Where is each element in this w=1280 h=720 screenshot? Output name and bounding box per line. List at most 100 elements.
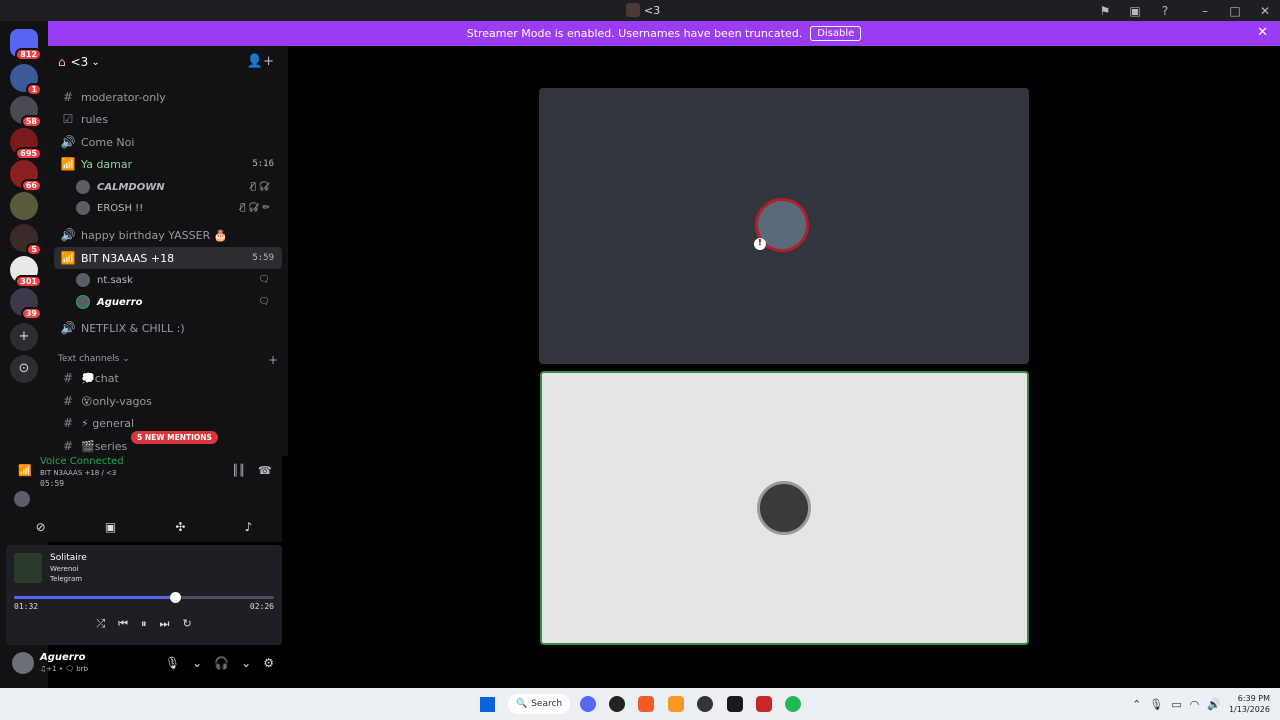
server-icon[interactable]: 695: [10, 128, 42, 160]
guild-header[interactable]: ⌂ <3 ⌄ 👤+: [48, 46, 288, 78]
channel-only-vagos[interactable]: # 😵only-vagos: [54, 390, 282, 412]
microphone-tray-icon[interactable]: 🎙: [1149, 698, 1163, 711]
network-icon[interactable]: ▭: [1171, 698, 1181, 711]
soundboard-icon[interactable]: ♪: [245, 520, 253, 534]
speaker-icon: 🔊: [60, 228, 76, 242]
server-icon[interactable]: 66: [10, 160, 42, 192]
brave-app-icon[interactable]: [638, 696, 654, 712]
channel-bit-n3aaas[interactable]: 📶 BIT N3AAAS +18 5:59: [54, 247, 282, 269]
headphones-icon[interactable]: 🎧: [214, 656, 229, 670]
channel-label: rules: [81, 112, 109, 126]
hashtag-icon: #: [62, 371, 74, 385]
wifi-icon[interactable]: ◠: [1190, 698, 1200, 711]
server-icon[interactable]: 58: [10, 96, 42, 128]
progress-track[interactable]: [14, 592, 274, 603]
disable-streamer-button[interactable]: Disable: [810, 26, 862, 41]
voice-user-name: EROSH !!: [97, 202, 144, 214]
microphone-icon[interactable]: 🎙: [165, 656, 180, 670]
avatar[interactable]: [12, 652, 34, 674]
channel-netflix-chill[interactable]: 🔊 NETFLIX & CHILL :): [54, 317, 282, 339]
participant-tile[interactable]: !: [539, 88, 1029, 364]
voice-user[interactable]: CALMDOWN 🎙̸ 🎧̸: [76, 177, 276, 197]
clock-date: 1/13/2026: [1228, 705, 1270, 714]
channel-chat[interactable]: # 💭chat: [54, 367, 282, 389]
voice-channel-path[interactable]: BIT N3AAAS +18 / <3: [40, 469, 116, 477]
server-icon[interactable]: 1: [10, 64, 42, 96]
voice-user[interactable]: Aguerro 🗨: [76, 292, 276, 312]
add-channel-icon[interactable]: +: [268, 353, 278, 367]
chevron-down-icon[interactable]: ⌄: [241, 656, 251, 670]
flag-icon[interactable]: ⚑: [1090, 4, 1120, 18]
participant-tile-speaking[interactable]: [540, 371, 1029, 645]
server-icon[interactable]: 39: [10, 288, 42, 320]
windows-start-icon[interactable]: [480, 697, 495, 712]
window-titlebar: <3 ⚑ ▣ ? – □ ✕: [0, 0, 1280, 21]
channel-ya-damar[interactable]: 📶 Ya damar 5:16: [54, 153, 282, 175]
chevron-down-icon[interactable]: ⌄: [192, 656, 202, 670]
clock[interactable]: 6:39 PM 1/13/2026: [1229, 693, 1270, 715]
steam-app-icon[interactable]: [697, 696, 713, 712]
close-window-button[interactable]: ✕: [1250, 4, 1280, 18]
voice-user[interactable]: EROSH !! 🎙̸ 🎧̸ ✏: [76, 198, 276, 218]
server-icon[interactable]: 301: [10, 256, 42, 288]
user-name[interactable]: Aguerro: [40, 652, 86, 663]
voice-user[interactable]: nt.sask 🗨: [76, 270, 276, 290]
channel-moderator-only[interactable]: # moderator-only: [54, 86, 282, 108]
unread-badge: 695: [15, 147, 42, 160]
minimize-button[interactable]: –: [1190, 4, 1220, 18]
previous-icon[interactable]: ⏮: [118, 617, 128, 631]
channel-come-noi[interactable]: 🔊 Come Noi: [54, 131, 282, 153]
channel-happy-birthday[interactable]: 🔊 happy birthday YASSER 🎂: [54, 224, 282, 246]
server-icon[interactable]: 812: [10, 29, 42, 61]
speaker-icon: 🔊: [60, 135, 76, 149]
repeat-icon[interactable]: ↻: [182, 617, 191, 631]
taskbar-search[interactable]: 🔍 Search: [508, 694, 570, 714]
noise-suppression-icon[interactable]: ║║: [232, 464, 245, 477]
inbox-icon[interactable]: ▣: [1120, 4, 1150, 18]
unread-badge: 1: [26, 83, 42, 96]
camera-off-icon[interactable]: ⊘: [36, 520, 46, 534]
signal-icon[interactable]: 📶: [18, 464, 32, 477]
new-mentions-pill[interactable]: 5 NEW MENTIONS: [131, 431, 218, 444]
channel-label: moderator-only: [81, 90, 166, 104]
voice-status[interactable]: Voice Connected: [40, 456, 124, 467]
pause-icon[interactable]: ⏸: [141, 617, 147, 631]
g-app-icon[interactable]: [609, 696, 625, 712]
add-member-icon[interactable]: 👤+: [247, 54, 274, 69]
chevron-up-icon[interactable]: ⌃: [1132, 698, 1141, 711]
text-channels-header[interactable]: Text channels ⌄ +: [58, 353, 282, 367]
channel-label: 😵only-vagos: [81, 394, 152, 408]
voice-user-name: CALMDOWN: [97, 181, 165, 193]
search-label: Search: [531, 699, 563, 709]
add-server-icon[interactable]: +: [10, 323, 38, 351]
channel-label: 🎬series: [81, 439, 128, 453]
voice-elapsed: 05:59: [40, 479, 65, 488]
section-label: Text channels: [58, 354, 120, 364]
discover-icon[interactable]: ⊙: [10, 355, 38, 383]
track-artist: Werenoi: [50, 565, 79, 573]
maximize-button[interactable]: □: [1220, 4, 1250, 18]
activities-icon[interactable]: ✣: [175, 520, 185, 534]
app-icon[interactable]: [756, 696, 772, 712]
avatar: [76, 273, 90, 287]
channel-rules[interactable]: ☑ rules: [54, 108, 282, 130]
disconnect-icon[interactable]: ☎: [258, 464, 272, 477]
spotify-app-icon[interactable]: [785, 696, 801, 712]
shuffle-icon[interactable]: ⤮: [96, 617, 105, 631]
window-title: <3: [626, 3, 660, 17]
next-icon[interactable]: ⏭: [160, 617, 170, 631]
server-icon[interactable]: [10, 192, 38, 220]
a-app-icon[interactable]: [668, 696, 684, 712]
close-banner-icon[interactable]: ✕: [1257, 25, 1268, 40]
chat-bubble-icon: 🗨: [258, 275, 270, 285]
screen-share-icon[interactable]: ▣: [105, 520, 116, 534]
server-icon[interactable]: 5: [10, 224, 42, 256]
discord-app-icon[interactable]: [580, 696, 596, 712]
voice-connected-panel: 📶 Voice Connected BIT N3AAAS +18 / <3 05…: [6, 456, 282, 542]
settings-gear-icon[interactable]: ⚙: [263, 656, 274, 670]
unread-badge: 5: [26, 243, 42, 256]
help-icon[interactable]: ?: [1150, 4, 1180, 18]
volume-icon[interactable]: 🔊: [1207, 698, 1221, 711]
app-icon[interactable]: [727, 696, 743, 712]
progress-knob[interactable]: [170, 592, 182, 603]
